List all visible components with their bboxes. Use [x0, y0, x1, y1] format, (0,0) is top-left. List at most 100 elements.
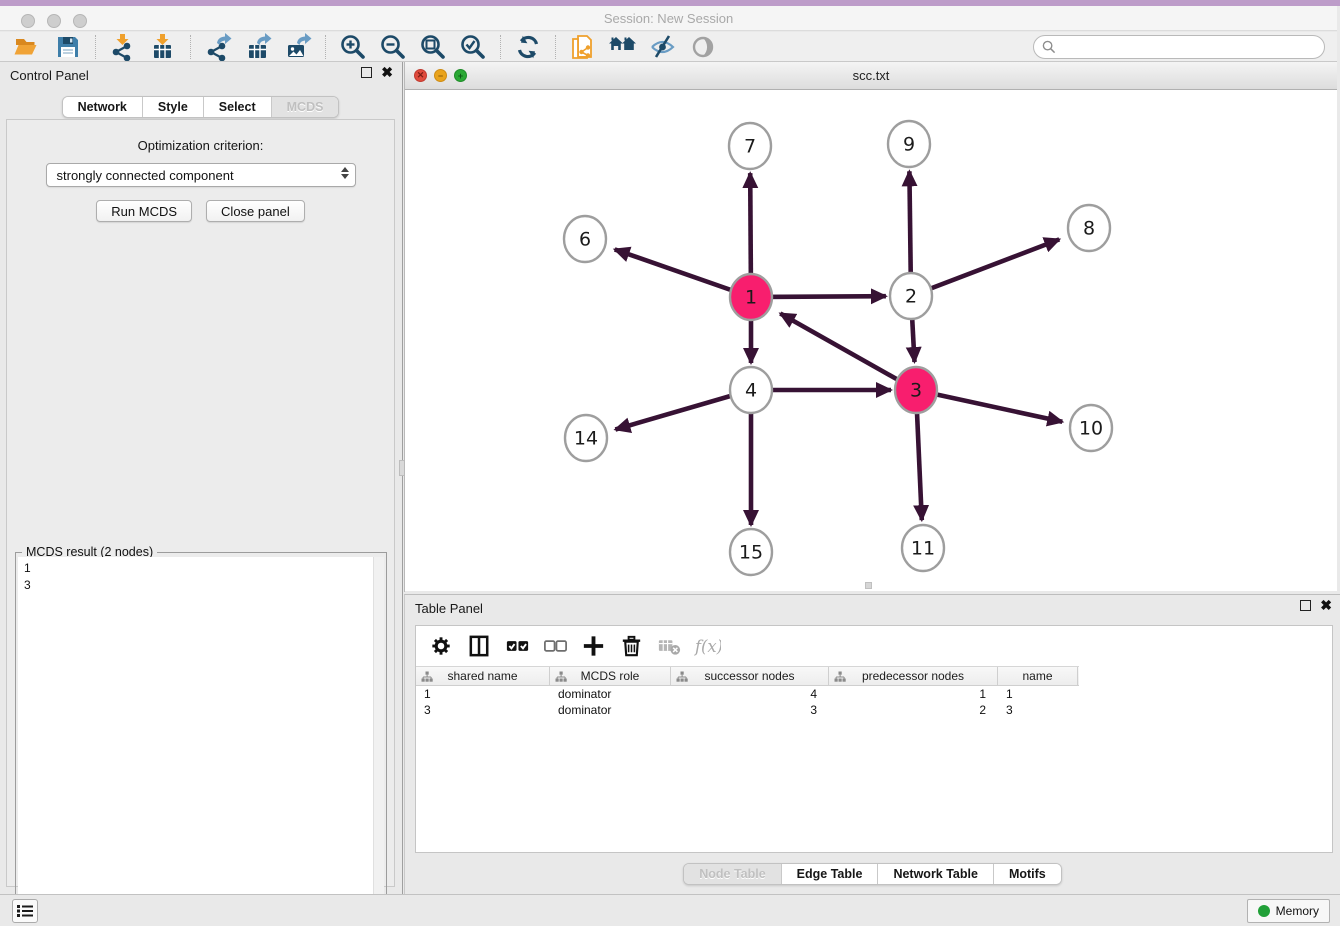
delete-column-button[interactable] [618, 633, 645, 660]
svg-text:3: 3 [910, 380, 922, 402]
save-session-button[interactable] [48, 33, 88, 61]
edge-2-8[interactable] [911, 239, 1059, 296]
tab-network[interactable]: Network [63, 97, 143, 117]
graph-node-14[interactable]: 14 [565, 415, 607, 461]
canvas-resize-handle[interactable] [865, 582, 872, 589]
table-tabs: Node TableEdge TableNetwork TableMotifs [405, 863, 1340, 885]
zoom-selected-icon [459, 33, 487, 61]
table-cell[interactable]: dominator [550, 686, 671, 702]
edge-3-1[interactable] [780, 314, 916, 391]
open-file-button[interactable] [8, 33, 48, 61]
graph-node-6[interactable]: 6 [564, 216, 606, 262]
close-panel-icon[interactable]: ✖ [381, 67, 393, 78]
application-window: Session: New Session Control Panel ✖ Net… [0, 0, 1340, 926]
network-view-window: ✕ − + scc.txt 7968124314101511 [404, 62, 1337, 592]
graph-node-11[interactable]: 11 [902, 525, 944, 571]
table-tab-edge-table[interactable]: Edge Table [782, 864, 879, 884]
graph-node-4[interactable]: 4 [730, 367, 772, 413]
table-cell[interactable]: 1 [416, 686, 550, 702]
graph-node-15[interactable]: 15 [730, 529, 772, 575]
import-network-button[interactable] [103, 33, 143, 61]
graph-node-10[interactable]: 10 [1070, 405, 1112, 451]
first-neighbors-button[interactable] [603, 33, 643, 61]
export-image-button[interactable] [278, 33, 318, 61]
deselect-all-button[interactable] [542, 633, 569, 660]
float-panel-icon[interactable] [361, 67, 372, 78]
search-input[interactable] [1061, 39, 1316, 55]
export-table-button[interactable] [238, 33, 278, 61]
apply-layout-button[interactable] [508, 33, 548, 61]
zoom-selected-button[interactable] [453, 33, 493, 61]
column-header-MCDS-role[interactable]: MCDS role [550, 667, 671, 685]
search-box[interactable] [1033, 35, 1325, 59]
table-row[interactable]: 3dominator323 [416, 702, 1332, 718]
select-all-button[interactable] [504, 633, 531, 660]
show-columns-button[interactable] [466, 633, 493, 660]
svg-text:10: 10 [1079, 418, 1103, 440]
memory-label: Memory [1276, 904, 1319, 918]
column-header-name[interactable]: name [998, 667, 1078, 685]
table-tab-motifs[interactable]: Motifs [994, 864, 1061, 884]
graph-node-1[interactable]: 1 [730, 274, 772, 320]
add-column-button[interactable] [580, 633, 607, 660]
tab-style[interactable]: Style [143, 97, 204, 117]
export-network-button[interactable] [198, 33, 238, 61]
table-body: 1dominator4113dominator323 [416, 686, 1332, 718]
import-network-icon [109, 33, 137, 61]
column-header-predecessor-nodes[interactable]: predecessor nodes [829, 667, 998, 685]
table-cell[interactable]: 2 [829, 702, 998, 718]
import-table-button[interactable] [143, 33, 183, 61]
table-cell[interactable]: 3 [671, 702, 829, 718]
graph-node-9[interactable]: 9 [888, 121, 930, 167]
control-panel-header: Control Panel ✖ [0, 62, 401, 88]
network-graph[interactable]: 7 9 6 8 1 2 4 3 14 10 15 11 [405, 90, 1338, 591]
edge-3-10[interactable] [916, 390, 1062, 422]
run-mcds-button[interactable]: Run MCDS [96, 200, 192, 222]
table-cell[interactable]: dominator [550, 702, 671, 718]
optimization-criterion-label: Optimization criterion: [7, 138, 394, 153]
memory-button[interactable]: Memory [1247, 899, 1330, 923]
zoom-in-icon [339, 33, 367, 61]
float-table-panel-icon[interactable] [1300, 600, 1311, 611]
zoom-in-button[interactable] [333, 33, 373, 61]
zoom-fit-button[interactable] [413, 33, 453, 61]
network-canvas[interactable]: 7 9 6 8 1 2 4 3 14 10 15 11 [405, 90, 1337, 591]
graph-node-2[interactable]: 2 [890, 273, 932, 319]
plus-icon [580, 632, 607, 660]
table-tab-group: Node TableEdge TableNetwork TableMotifs [683, 863, 1062, 885]
checked-boxes-icon [504, 632, 531, 660]
table-settings-button[interactable] [428, 633, 455, 660]
table-panel: Table Panel ✖ f(x) shared nameMCDS roles… [404, 594, 1340, 894]
table-cell[interactable]: 1 [829, 686, 998, 702]
memory-status-icon [1258, 905, 1270, 917]
show-visual-properties-button[interactable] [683, 33, 723, 61]
close-panel-button[interactable]: Close panel [206, 200, 305, 222]
table-tab-network-table[interactable]: Network Table [878, 864, 994, 884]
table-cell[interactable]: 3 [998, 702, 1078, 718]
graph-node-3[interactable]: 3 [895, 367, 937, 413]
table-row[interactable]: 1dominator411 [416, 686, 1332, 702]
result-scrollbar[interactable] [373, 557, 384, 926]
table-cell[interactable]: 3 [416, 702, 550, 718]
hide-visual-properties-button[interactable] [643, 33, 683, 61]
optimization-criterion-select[interactable]: strongly connected component [46, 163, 356, 187]
delete-table-button [656, 633, 683, 660]
toolbar-separator [190, 35, 191, 59]
graph-node-7[interactable]: 7 [729, 123, 771, 169]
close-table-panel-icon[interactable]: ✖ [1320, 600, 1332, 611]
column-header-successor-nodes[interactable]: successor nodes [671, 667, 829, 685]
graph-node-8[interactable]: 8 [1068, 205, 1110, 251]
control-panel: Control Panel ✖ NetworkStyleSelectMCDS O… [0, 62, 401, 894]
table-cell[interactable]: 4 [671, 686, 829, 702]
search-icon [1042, 40, 1056, 54]
tab-mcds[interactable]: MCDS [272, 97, 339, 117]
clone-network-button[interactable] [563, 33, 603, 61]
eye-icon [689, 33, 717, 61]
show-panels-button[interactable] [12, 899, 38, 923]
mcds-result-list[interactable]: 13 [18, 557, 384, 926]
zoom-out-button[interactable] [373, 33, 413, 61]
table-cell[interactable]: 1 [998, 686, 1078, 702]
column-header-shared-name[interactable]: shared name [416, 667, 550, 685]
table-tab-node-table[interactable]: Node Table [684, 864, 781, 884]
tab-select[interactable]: Select [204, 97, 272, 117]
